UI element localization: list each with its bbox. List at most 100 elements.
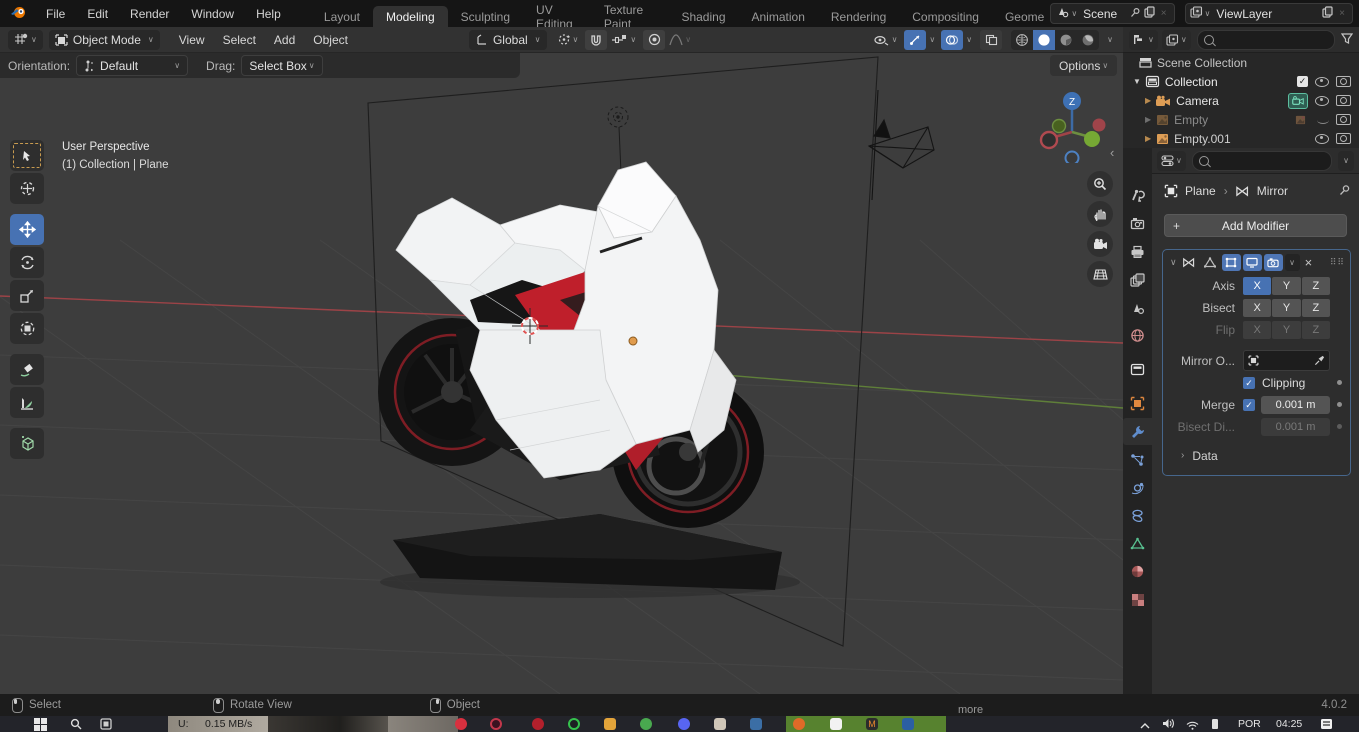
display-render-toggle[interactable] [1263,253,1283,271]
proportional-editing-toggle[interactable] [643,29,666,50]
tab-material[interactable] [1123,558,1152,585]
tool-rotate[interactable] [10,247,44,278]
sidebar-collapse-arrow[interactable]: ‹ [1110,145,1114,160]
taskbar-app-folder[interactable] [604,718,616,730]
menu-viewport-add[interactable]: Add [265,33,304,47]
subpanel-expand-arrow[interactable]: › [1181,450,1184,461]
flip-y-button[interactable]: Y [1272,320,1301,339]
menu-edit[interactable]: Edit [76,0,119,27]
tab-output[interactable] [1123,238,1152,265]
empty-render-icon[interactable] [1336,114,1351,125]
navigation-gizmo[interactable]: Z [1035,88,1115,166]
bisect-x-button[interactable]: X [1243,298,1272,317]
taskbar-app-red-3[interactable] [532,718,544,730]
menu-render[interactable]: Render [119,0,180,27]
xray-toggle[interactable] [980,29,1003,50]
drag-handle-icon[interactable]: ⠿⠿ [1330,257,1345,268]
viewlayer-selector[interactable]: ∨ ViewLayer × [1184,3,1353,24]
blender-logo-icon[interactable] [10,5,27,22]
delete-modifier-icon[interactable]: × [1305,255,1313,270]
viewport-canvas[interactable]: User Perspective (1) Collection | Plane [0,53,1123,694]
outliner-row-camera[interactable]: ▶ Camera [1123,91,1359,110]
pin-id-icon[interactable] [1339,184,1351,199]
modifier-extras-chevron[interactable]: ∨ [1284,253,1300,271]
tab-shading[interactable]: Shading [668,6,738,27]
outliner-editor-type-button[interactable]: ∨ [1129,29,1158,50]
empty-hidden-icon[interactable] [1317,116,1329,124]
camera-data-badge[interactable] [1288,92,1308,109]
clipping-checkbox[interactable]: ✓ [1243,376,1255,389]
add-viewlayer-icon[interactable] [1322,6,1333,21]
tab-animation[interactable]: Animation [739,6,818,27]
snap-with-dropdown[interactable]: ∨ [608,30,639,50]
tab-geometry-nodes[interactable]: Geome [992,6,1046,27]
drag-dropdown[interactable]: Select Box ∨ [241,55,323,76]
display-edit-mode-toggle[interactable] [1221,253,1241,271]
taskbar-search-icon[interactable] [70,718,82,732]
add-modifier-button[interactable]: + Add Modifier [1164,214,1347,237]
shading-rendered-button[interactable] [1077,30,1099,50]
tab-texture[interactable] [1123,586,1152,613]
axis-y-button[interactable]: Y [1272,276,1301,295]
axis-z-button[interactable]: Z [1301,276,1330,295]
gizmo-toggle[interactable] [904,29,927,50]
bisect-z-button[interactable]: Z [1301,298,1330,317]
volume-icon[interactable] [1162,718,1175,732]
tab-world[interactable] [1123,322,1152,349]
properties-editor-type-button[interactable]: ∨ [1157,150,1186,171]
tab-view-layer[interactable] [1123,266,1152,293]
tab-collection-properties[interactable] [1123,356,1152,383]
menu-help[interactable]: Help [245,0,292,27]
display-on-cage-toggle[interactable] [1200,253,1220,271]
tab-physics[interactable] [1123,474,1152,501]
flip-x-button[interactable]: X [1243,320,1272,339]
clock[interactable]: 04:25 [1276,718,1302,730]
collection-checkbox[interactable]: ✓ [1297,76,1308,87]
taskbar-app-whatsapp[interactable] [568,718,580,730]
scene-name[interactable]: Scene [1077,7,1130,21]
tab-rendering[interactable]: Rendering [818,6,899,27]
zoom-button[interactable] [1087,171,1113,197]
network-icon[interactable] [1186,719,1199,732]
breadcrumb-modifier[interactable]: Mirror [1257,184,1288,198]
tool-scale[interactable] [10,280,44,311]
notification-center-icon[interactable] [1320,718,1333,732]
panel-expand-chevron[interactable]: ∨ [1170,257,1177,268]
tab-uv-editing[interactable]: UV Editing [523,3,591,31]
animate-dot[interactable] [1337,380,1342,385]
snap-toggle[interactable] [585,29,608,50]
taskbar-app-minecraft[interactable] [714,718,726,730]
viewlayer-name[interactable]: ViewLayer [1210,7,1319,21]
collection-hide-icon[interactable] [1315,76,1329,87]
outliner-row-empty001[interactable]: ▶ Empty.001 [1123,129,1359,148]
tab-sculpting[interactable]: Sculpting [448,6,523,27]
breadcrumb-object[interactable]: Plane [1185,184,1216,198]
outliner-row-empty[interactable]: ▶ Empty [1123,110,1359,129]
menu-viewport-object[interactable]: Object [304,33,357,47]
expand-arrow-icon[interactable]: ▶ [1145,115,1151,124]
merge-threshold-field[interactable]: 0.001 m [1261,395,1330,414]
tab-object-data[interactable] [1123,530,1152,557]
taskbar-app-blue[interactable] [750,718,762,730]
filter-icon[interactable] [1340,32,1354,47]
outliner-row-collection[interactable]: ▼ Collection ✓ [1123,72,1359,91]
outliner-display-mode-button[interactable]: ∨ [1161,29,1191,50]
display-realtime-toggle[interactable] [1242,253,1262,271]
visibility-dropdown[interactable]: ∨ [868,30,904,50]
tab-object-constraints[interactable] [1123,502,1152,529]
shading-wireframe-button[interactable] [1011,30,1033,50]
tab-tool[interactable] [1123,182,1152,209]
taskbar-app-red-1[interactable] [455,718,467,730]
start-button[interactable] [34,718,47,732]
tab-render[interactable] [1123,210,1152,237]
tool-measure[interactable] [10,387,44,418]
tab-layout[interactable]: Layout [311,6,373,27]
pivot-point-dropdown[interactable]: ∨ [551,30,585,50]
menu-viewport-select[interactable]: Select [214,33,265,47]
axis-x-button[interactable]: X [1243,276,1272,295]
taskbar-app-blue-2[interactable] [902,718,914,730]
tool-cursor[interactable] [10,173,44,204]
expand-arrow-icon[interactable]: ▼ [1133,77,1141,86]
taskbar-app-document[interactable] [830,718,842,730]
mirror-object-field[interactable] [1243,350,1330,371]
